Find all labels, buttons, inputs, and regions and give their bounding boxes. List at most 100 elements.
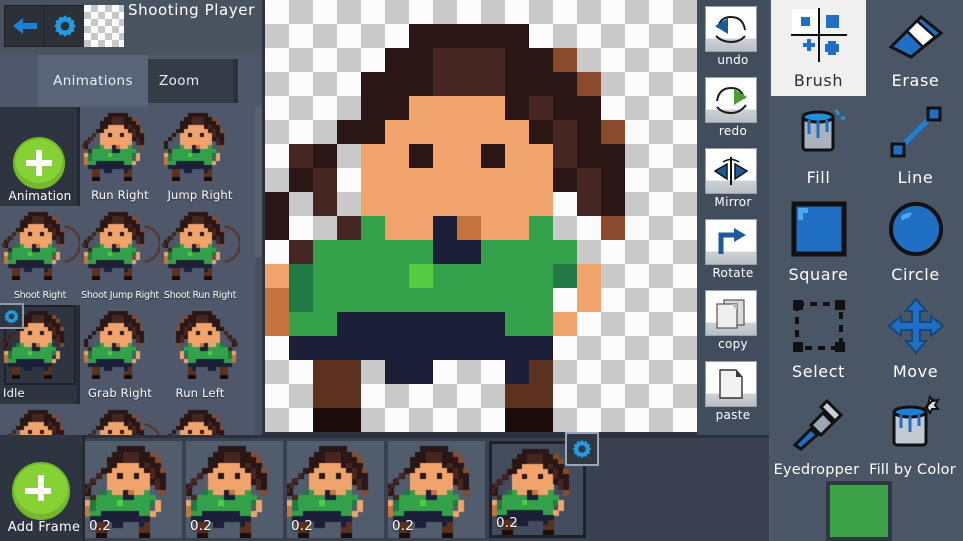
- frame-cell-3[interactable]: 0.2: [287, 441, 384, 538]
- tab-animations[interactable]: Animations: [38, 55, 148, 107]
- animation-item-partial[interactable]: [160, 404, 240, 437]
- tool-eyedropper[interactable]: Eyedropper: [769, 388, 864, 484]
- animation-item-label: Shoot Run Right: [163, 290, 237, 301]
- tool-move[interactable]: Move: [868, 291, 963, 387]
- add-animation-button[interactable]: Animation: [0, 107, 80, 206]
- tool-move-label: Move: [892, 362, 939, 381]
- scrollbar-thumb[interactable]: [255, 107, 262, 257]
- animation-item-run-right[interactable]: Run Right: [80, 107, 160, 206]
- brush-quad-icon: [771, 4, 866, 66]
- mirror-label: Mirror: [714, 195, 752, 209]
- frame-cell-5[interactable]: 0.2: [489, 432, 599, 538]
- tool-brush[interactable]: Brush: [771, 0, 866, 96]
- plus-icon: [12, 462, 70, 520]
- square-icon: [771, 198, 866, 260]
- animation-item-grab-right[interactable]: Grab Right: [80, 305, 160, 404]
- animation-item-label: Jump Right: [167, 188, 233, 202]
- app-header: Shooting Player: [0, 0, 262, 55]
- frame-duration: 0.2: [89, 518, 112, 534]
- tool-circle-label: Circle: [891, 265, 940, 284]
- back-arrow-icon: [13, 18, 37, 34]
- animation-item-shoot-run-right[interactable]: Shoot Run Right: [160, 206, 240, 305]
- undo-button[interactable]: undo: [705, 6, 761, 67]
- animation-list: Animation Run Right Jump Right Shoot Rig…: [0, 107, 262, 437]
- current-color-swatch[interactable]: [826, 481, 892, 541]
- redo-arrow-icon: [705, 77, 757, 123]
- edit-tool-column: undo redo Mirror Rotate copy paste: [697, 0, 769, 435]
- left-panel-scrollbar[interactable]: [255, 107, 262, 437]
- tool-square[interactable]: Square: [771, 194, 866, 290]
- tool-select[interactable]: Select: [771, 291, 866, 387]
- tool-fill-by-color[interactable]: Fill by Color: [865, 388, 960, 484]
- transparency-swatch[interactable]: [84, 5, 124, 47]
- frame-cell-2[interactable]: 0.2: [186, 441, 283, 538]
- animation-thumbnail: [0, 406, 80, 437]
- animation-thumbnail: [160, 307, 240, 379]
- paste-page-icon: [705, 361, 757, 407]
- rotate-arrow-icon: [705, 219, 757, 265]
- frame-cell-1[interactable]: 0.2: [85, 441, 182, 538]
- add-frame-button[interactable]: Add Frame: [0, 435, 85, 541]
- frame-cell-4[interactable]: 0.2: [388, 441, 485, 538]
- move-arrows-icon: [868, 295, 963, 357]
- animation-item-idle[interactable]: Idle: [0, 303, 80, 404]
- animation-thumbnail: [80, 307, 160, 379]
- back-button[interactable]: [4, 5, 46, 47]
- frame-duration: 0.2: [392, 518, 415, 534]
- tool-fill-label: Fill: [806, 168, 831, 187]
- frame-duration: 0.2: [291, 518, 314, 534]
- animation-item-shoot-jump-right[interactable]: Shoot Jump Right: [80, 206, 160, 305]
- tool-eyedropper-label: Eyedropper: [773, 462, 860, 478]
- circle-icon: [868, 198, 963, 260]
- gear-icon: [572, 439, 592, 459]
- copy-pages-icon: [705, 290, 757, 336]
- paste-label: paste: [715, 408, 751, 422]
- app-root: Shooting Player Animations Zoom Animatio…: [0, 0, 963, 541]
- rotate-button[interactable]: Rotate: [705, 219, 761, 280]
- animation-thumbnail: [160, 406, 240, 437]
- tool-square-label: Square: [788, 265, 849, 284]
- animation-item-shoot-right[interactable]: Shoot Right: [0, 206, 80, 305]
- animation-settings-button[interactable]: [0, 303, 24, 329]
- undo-label: undo: [717, 53, 749, 67]
- copy-button[interactable]: copy: [705, 290, 761, 351]
- animation-item-run-left[interactable]: Run Left: [160, 305, 240, 404]
- tool-erase[interactable]: Erase: [868, 0, 963, 96]
- paint-bucket-star-icon: [865, 392, 960, 454]
- animation-row: Animation Run Right Jump Right: [0, 107, 262, 206]
- animation-item-label: Idle: [3, 386, 25, 400]
- animation-thumbnail: [80, 109, 160, 181]
- frame-settings-button[interactable]: [565, 432, 599, 466]
- animation-item-jump-right[interactable]: Jump Right: [160, 107, 240, 206]
- animation-row: [0, 404, 262, 437]
- paint-tool-panel: Brush Erase Fill Line Square Circle Sele…: [769, 0, 963, 541]
- settings-button[interactable]: [44, 5, 86, 47]
- plus-icon: [12, 137, 65, 189]
- panel-tabs: Animations Zoom: [0, 55, 262, 107]
- redo-label: redo: [718, 124, 748, 138]
- mirror-button[interactable]: Mirror: [705, 148, 761, 209]
- add-frame-label: Add Frame: [7, 520, 81, 535]
- paste-button[interactable]: paste: [705, 361, 761, 422]
- animation-item-label: Run Right: [91, 188, 149, 202]
- gear-icon: [3, 308, 19, 324]
- tool-circle[interactable]: Circle: [868, 194, 963, 290]
- animation-thumbnail: [0, 208, 80, 280]
- sprite-canvas[interactable]: [265, 0, 697, 432]
- redo-button[interactable]: redo: [705, 77, 761, 138]
- rotate-label: Rotate: [712, 266, 754, 280]
- eraser-icon: [868, 4, 963, 66]
- frame-timeline: Add Frame 0.2 0.2 0.2 0.2 0.2: [0, 432, 769, 541]
- tool-line[interactable]: Line: [868, 97, 963, 193]
- drawing-canvas-area[interactable]: [262, 0, 697, 435]
- animation-item-label: Shoot Right: [13, 290, 67, 301]
- animation-thumbnail: [80, 406, 160, 437]
- animation-item-label: Grab Right: [88, 386, 152, 400]
- page-title: Shooting Player: [128, 1, 255, 19]
- tool-select-label: Select: [792, 362, 845, 381]
- animation-item-partial[interactable]: [0, 404, 80, 437]
- tab-zoom[interactable]: Zoom: [148, 59, 238, 103]
- animation-item-partial[interactable]: [80, 404, 160, 437]
- frame-duration: 0.2: [190, 518, 213, 534]
- tool-fill[interactable]: Fill: [771, 97, 866, 193]
